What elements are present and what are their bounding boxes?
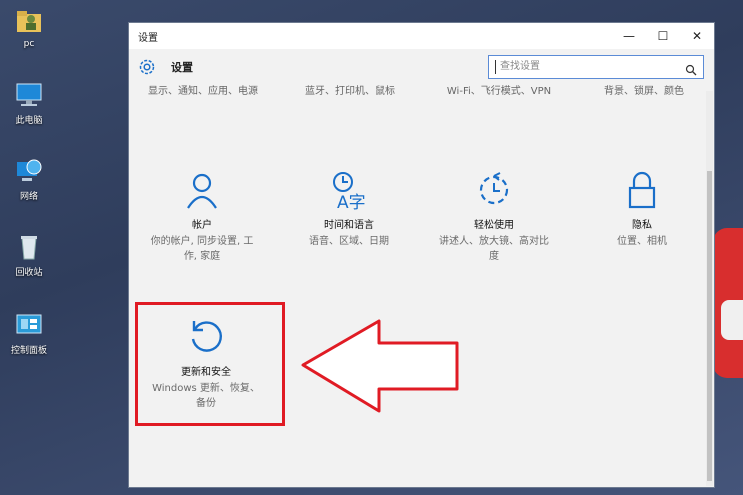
ease-of-access-icon (474, 170, 514, 210)
tile-privacy[interactable]: 隐私 位置、相机 (577, 170, 707, 249)
desktop-icon-label: 此电脑 (15, 116, 43, 126)
desktop-icon-control-panel[interactable]: 控制面板 (4, 310, 54, 356)
tile-accounts[interactable]: 帐户 你的帐户, 同步设置, 工作, 家庭 (137, 170, 267, 264)
category-desc-personalization[interactable]: 背景、锁屏、颜色 (589, 85, 699, 99)
desktop-icon-label: 控制面板 (10, 346, 47, 356)
top-row-descriptions: 显示、通知、应用、电源 蓝牙、打印机、鼠标 Wi-Fi、飞行模式、VPN 背景、… (129, 85, 704, 115)
computer-icon (14, 80, 44, 110)
tile-name: 隐私 (632, 220, 652, 231)
tile-desc: 你的帐户, 同步设置, 工作, 家庭 (150, 236, 254, 262)
tile-ease-of-access[interactable]: 轻松使用 讲述人、放大镜、高对比度 (429, 170, 559, 264)
close-button[interactable]: ✕ (680, 23, 714, 49)
time-language-icon: A字 (329, 170, 369, 213)
desktop-icon-pc[interactable]: pc (4, 6, 54, 49)
tile-desc: 位置、相机 (617, 236, 667, 247)
lock-icon (622, 170, 662, 210)
maximize-button[interactable]: ☐ (646, 23, 680, 49)
category-desc-devices[interactable]: 蓝牙、打印机、鼠标 (285, 85, 415, 99)
background-decoration (721, 300, 743, 340)
desktop-icon-network[interactable]: 网络 (4, 156, 54, 202)
title-bar[interactable]: 设置 — ☐ ✕ (129, 23, 714, 49)
gear-icon (137, 57, 157, 77)
account-person-icon (182, 170, 222, 210)
pointer-arrow-icon (301, 319, 459, 413)
folder-user-icon (14, 6, 44, 36)
category-desc-network[interactable]: Wi-Fi、飞行模式、VPN (429, 85, 569, 99)
scrollbar[interactable] (706, 91, 713, 486)
tile-desc: 讲述人、放大镜、高对比度 (439, 236, 549, 262)
tile-name: 轻松使用 (474, 220, 514, 231)
search-icon[interactable] (685, 61, 697, 76)
category-desc-system[interactable]: 显示、通知、应用、电源 (143, 85, 263, 99)
desktop-icon-recycle-bin[interactable]: 回收站 (4, 232, 54, 278)
settings-content: 显示、通知、应用、电源 蓝牙、打印机、鼠标 Wi-Fi、飞行模式、VPN 背景、… (129, 85, 714, 487)
page-title: 设置 (171, 61, 193, 74)
settings-header: 设置 查找设置 (129, 49, 714, 85)
desktop-icon-label: pc (23, 39, 35, 49)
svg-text:A字: A字 (337, 193, 366, 210)
control-panel-icon (14, 310, 44, 340)
tile-name: 时间和语言 (324, 220, 374, 231)
network-globe-icon (14, 156, 44, 186)
minimize-button[interactable]: — (612, 23, 646, 49)
settings-window: 设置 — ☐ ✕ 设置 查找设置 显示、通知、应用、电源 蓝牙、打印机、鼠标 W… (128, 22, 715, 488)
tile-name: 帐户 (192, 220, 212, 231)
highlight-box (135, 302, 285, 426)
desktop-icon-label: 回收站 (15, 268, 43, 278)
tile-desc: 语音、区域、日期 (309, 236, 389, 247)
recycle-bin-icon (14, 232, 44, 262)
tile-time-language[interactable]: A字 时间和语言 语音、区域、日期 (284, 170, 414, 249)
search-placeholder: 查找设置 (495, 60, 685, 74)
window-title: 设置 (138, 32, 158, 44)
desktop-icon-label: 网络 (19, 192, 38, 202)
search-input[interactable]: 查找设置 (488, 55, 704, 79)
desktop-icon-this-pc[interactable]: 此电脑 (4, 80, 54, 126)
scrollbar-thumb[interactable] (707, 171, 712, 481)
